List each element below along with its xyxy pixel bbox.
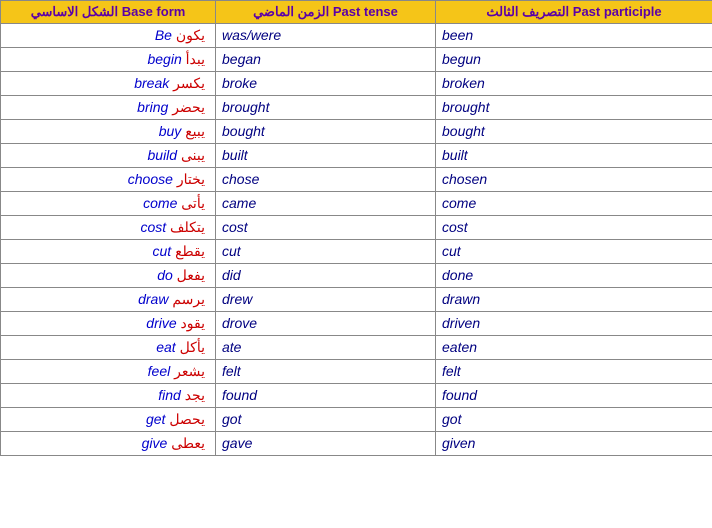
past-tense-cell: drove [216, 312, 436, 336]
past-participle-cell: found [436, 384, 712, 408]
base-form-cell: يبيع buy [1, 120, 216, 144]
base-form-cell: يأتى come [1, 192, 216, 216]
table-row: يأكل eatateeaten [1, 336, 712, 360]
table-row: يرسم drawdrewdrawn [1, 288, 712, 312]
base-form-cell: يتكلف cost [1, 216, 216, 240]
past-tense-cell: built [216, 144, 436, 168]
table-row: يتكلف costcostcost [1, 216, 712, 240]
irregular-verbs-table: Base form الشكل الاساسي Past tense الزمن… [0, 0, 712, 456]
past-tense-cell: began [216, 48, 436, 72]
table-row: يقود drivedrovedriven [1, 312, 712, 336]
table-row: يأتى comecamecome [1, 192, 712, 216]
base-form-cell: يشعر feel [1, 360, 216, 384]
base-form-cell: يحضر bring [1, 96, 216, 120]
base-form-cell: يرسم draw [1, 288, 216, 312]
table-row: يختار choosechosechosen [1, 168, 712, 192]
past-participle-cell: cut [436, 240, 712, 264]
past-tense-cell: drew [216, 288, 436, 312]
past-participle-cell: built [436, 144, 712, 168]
past-tense-cell: cost [216, 216, 436, 240]
past-tense-cell: found [216, 384, 436, 408]
past-participle-cell: come [436, 192, 712, 216]
base-form-cell: يكسر break [1, 72, 216, 96]
base-form-cell: يبنى build [1, 144, 216, 168]
past-participle-cell: cost [436, 216, 712, 240]
past-participle-cell: begun [436, 48, 712, 72]
table-row: يعطى givegavegiven [1, 432, 712, 456]
past-participle-cell: bought [436, 120, 712, 144]
table-row: يشعر feelfeltfelt [1, 360, 712, 384]
past-tense-cell: did [216, 264, 436, 288]
table-row: يحصل getgotgot [1, 408, 712, 432]
past-participle-cell: eaten [436, 336, 712, 360]
past-participle-cell: broken [436, 72, 712, 96]
table-row: يكسر breakbrokebroken [1, 72, 712, 96]
past-tense-cell: got [216, 408, 436, 432]
past-participle-cell: brought [436, 96, 712, 120]
base-form-cell: يجد find [1, 384, 216, 408]
past-tense-cell: broke [216, 72, 436, 96]
header-base-form: Base form الشكل الاساسي [1, 1, 216, 24]
base-form-cell: يعطى give [1, 432, 216, 456]
base-form-cell: يختار choose [1, 168, 216, 192]
base-form-cell: يأكل eat [1, 336, 216, 360]
past-participle-cell: drawn [436, 288, 712, 312]
past-participle-cell: got [436, 408, 712, 432]
table-row: يكون Bewas/werebeen [1, 24, 712, 48]
base-form-cell: يحصل get [1, 408, 216, 432]
table-row: يفعل dodiddone [1, 264, 712, 288]
table-row: يحضر bringbroughtbrought [1, 96, 712, 120]
table-row: يجد findfoundfound [1, 384, 712, 408]
past-tense-cell: chose [216, 168, 436, 192]
base-form-cell: يكون Be [1, 24, 216, 48]
past-tense-cell: was/were [216, 24, 436, 48]
past-tense-cell: brought [216, 96, 436, 120]
past-participle-cell: given [436, 432, 712, 456]
past-tense-cell: came [216, 192, 436, 216]
past-tense-cell: gave [216, 432, 436, 456]
header-past-participle: Past participle التصريف الثالث [436, 1, 712, 24]
table-row: يبنى buildbuiltbuilt [1, 144, 712, 168]
past-participle-cell: been [436, 24, 712, 48]
past-tense-cell: cut [216, 240, 436, 264]
past-tense-cell: felt [216, 360, 436, 384]
header-past-tense: Past tense الزمن الماضي [216, 1, 436, 24]
base-form-cell: يقطع cut [1, 240, 216, 264]
past-tense-cell: bought [216, 120, 436, 144]
past-participle-cell: driven [436, 312, 712, 336]
past-participle-cell: felt [436, 360, 712, 384]
past-participle-cell: done [436, 264, 712, 288]
base-form-cell: يقود drive [1, 312, 216, 336]
base-form-cell: يفعل do [1, 264, 216, 288]
past-participle-cell: chosen [436, 168, 712, 192]
base-form-cell: يبدأ begin [1, 48, 216, 72]
past-tense-cell: ate [216, 336, 436, 360]
table-row: يبدأ beginbeganbegun [1, 48, 712, 72]
table-row: يبيع buyboughtbought [1, 120, 712, 144]
table-row: يقطع cutcutcut [1, 240, 712, 264]
